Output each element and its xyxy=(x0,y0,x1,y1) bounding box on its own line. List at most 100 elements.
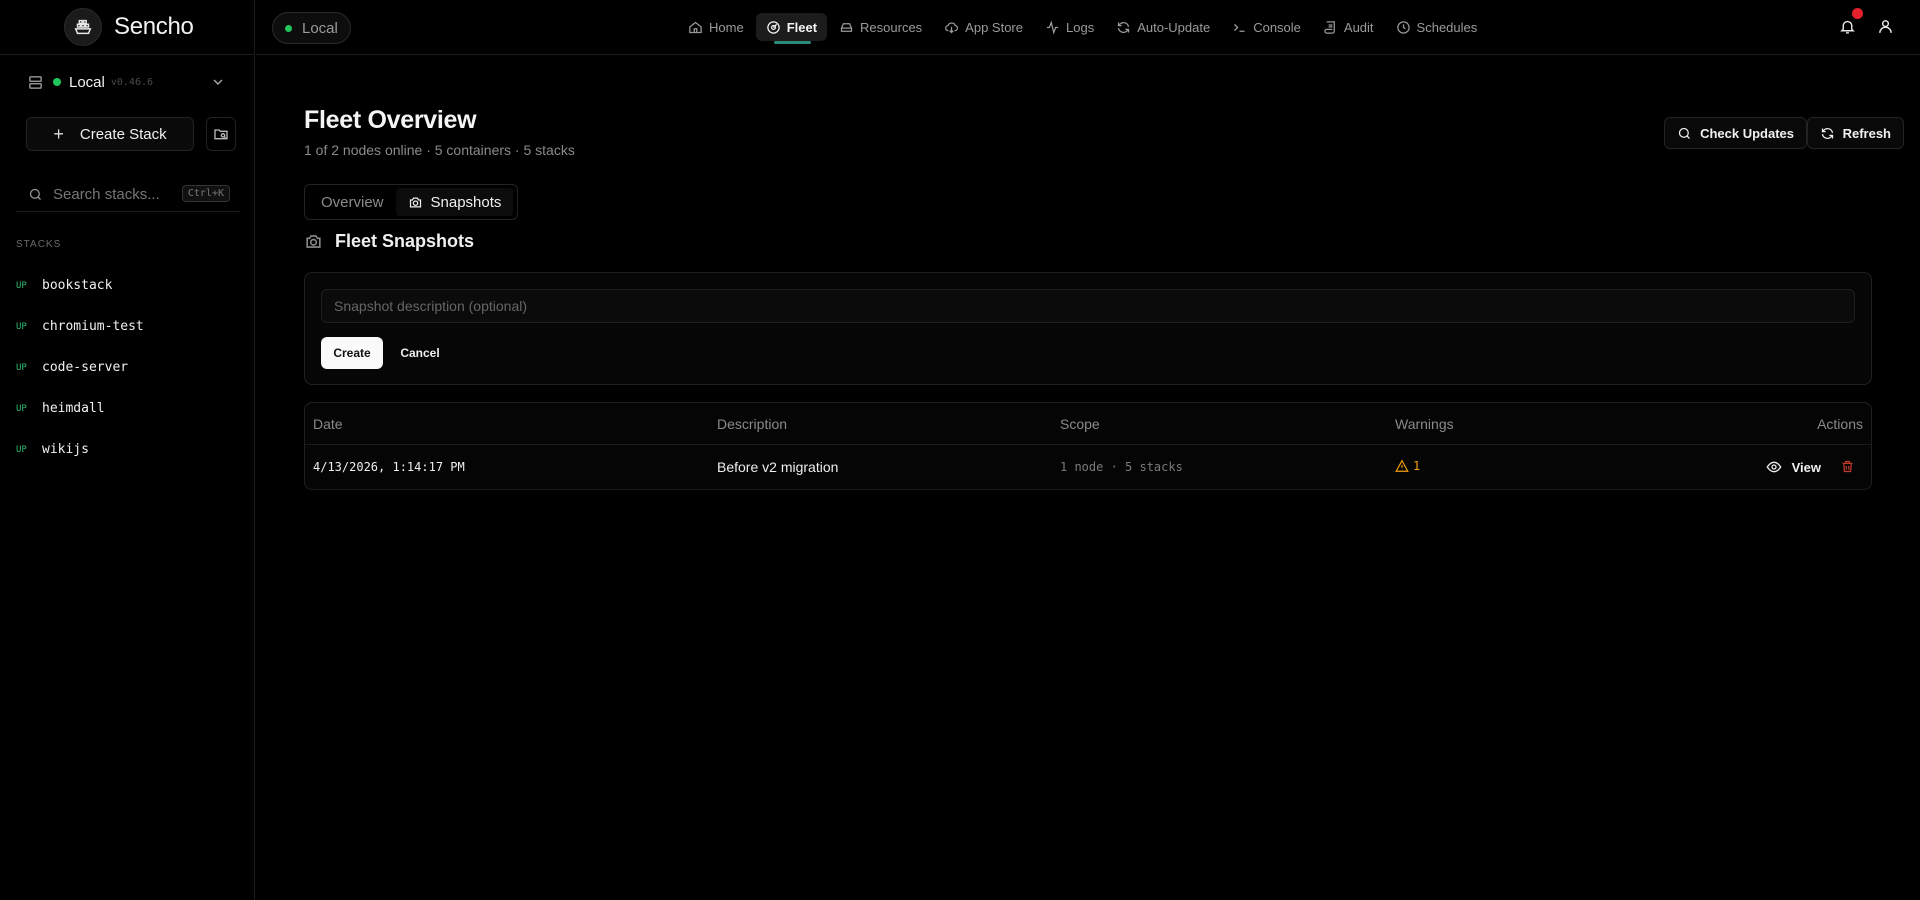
check-updates-label: Check Updates xyxy=(1700,125,1794,141)
node-version: v0.46.6 xyxy=(110,76,154,88)
snapshot-description: Before v2 migration xyxy=(717,459,839,475)
cancel-button[interactable]: Cancel xyxy=(389,337,451,369)
table-row[interactable]: 4/13/2026, 1:14:17 PM Before v2 migratio… xyxy=(305,445,1871,489)
table-header: Date Description Scope Warnings Actions xyxy=(305,403,1871,445)
stack-name: wikijs xyxy=(42,442,89,457)
brand[interactable]: Sencho xyxy=(0,0,254,55)
warning-count: 1 xyxy=(1413,459,1421,473)
nav-fleet[interactable]: Fleet xyxy=(755,13,828,44)
search-icon xyxy=(29,188,41,200)
create-snapshot-button[interactable]: Create xyxy=(321,337,383,369)
refresh-icon xyxy=(1821,127,1833,139)
stack-item-heimdall[interactable]: UP heimdall xyxy=(16,388,240,429)
column-scope: Scope xyxy=(1060,416,1100,432)
stack-status: UP xyxy=(16,362,27,373)
node-selector[interactable]: Local v0.46.6 xyxy=(20,66,234,98)
stack-status: UP xyxy=(16,403,27,414)
tab-label: Snapshots xyxy=(430,193,502,211)
create-stack-label: Create Stack xyxy=(79,125,167,143)
nav-resources[interactable]: Resources xyxy=(829,13,932,41)
notification-badge xyxy=(1852,8,1863,19)
refresh-button[interactable]: Refresh xyxy=(1806,117,1904,149)
snapshot-scope: 1 node · 5 stacks xyxy=(1060,460,1183,474)
chevron-down-icon xyxy=(213,79,223,85)
nav-label: Audit xyxy=(1343,19,1374,35)
activity-icon xyxy=(1046,19,1059,35)
main-content: Fleet Overview 1 of 2 nodes online · 5 c… xyxy=(256,56,1920,900)
nav-label: Auto-Update xyxy=(1137,19,1211,35)
stack-status: UP xyxy=(16,280,27,291)
tab-overview[interactable]: Overview xyxy=(309,188,396,216)
refresh-label: Refresh xyxy=(1842,125,1891,141)
search-shortcut: Ctrl+K xyxy=(181,185,230,202)
stack-name: chromium-test xyxy=(42,319,144,334)
environment-label: Local xyxy=(302,19,338,37)
create-stack-button[interactable]: + Create Stack xyxy=(26,117,194,151)
bell-icon[interactable] xyxy=(1839,18,1856,35)
column-date: Date xyxy=(313,416,343,432)
stack-name: code-server xyxy=(42,360,129,375)
check-updates-button[interactable]: Check Updates xyxy=(1664,117,1807,149)
sencho-logo-icon xyxy=(64,8,102,46)
stacks-heading: STACKS xyxy=(16,239,62,250)
tab-label: Overview xyxy=(321,193,384,211)
snapshot-date: 4/13/2026, 1:14:17 PM xyxy=(313,460,465,474)
view-label: View xyxy=(1791,459,1821,475)
nav-home[interactable]: Home xyxy=(678,13,754,41)
stack-status: UP xyxy=(16,444,27,455)
clock-icon xyxy=(1396,20,1410,34)
main-nav: Home Fleet Resources App Store Logs Auto… xyxy=(678,13,1489,44)
nav-label: Resources xyxy=(860,19,923,35)
view-tabs: Overview Snapshots xyxy=(304,184,519,220)
nav-console[interactable]: Console xyxy=(1222,13,1311,41)
node-name: Local xyxy=(69,73,105,91)
trash-icon[interactable] xyxy=(1840,459,1855,474)
cloud-download-icon xyxy=(945,21,959,33)
column-actions: Actions xyxy=(1817,416,1863,432)
stack-name: heimdall xyxy=(42,401,105,416)
hard-drive-icon xyxy=(840,22,853,32)
stack-item-wikijs[interactable]: UP wikijs xyxy=(16,429,240,470)
nav-schedules[interactable]: Schedules xyxy=(1386,13,1488,41)
stack-item-chromium-test[interactable]: UP chromium-test xyxy=(16,306,240,347)
nav-audit[interactable]: Audit xyxy=(1313,13,1384,41)
nav-label: Schedules xyxy=(1416,19,1478,35)
page-subtitle: 1 of 2 nodes online · 5 containers · 5 s… xyxy=(304,142,575,158)
snapshots-table: Date Description Scope Warnings Actions … xyxy=(304,402,1872,490)
stack-item-code-server[interactable]: UP code-server xyxy=(16,347,240,388)
home-icon xyxy=(689,21,702,33)
nav-label: Fleet xyxy=(786,19,818,35)
nav-logs[interactable]: Logs xyxy=(1035,13,1104,41)
snapshot-warnings[interactable]: 1 xyxy=(1395,459,1420,473)
topbar: Local Home Fleet Resources App Store Log… xyxy=(256,0,1920,55)
nav-auto-update[interactable]: Auto-Update xyxy=(1106,13,1220,41)
nav-label: Console xyxy=(1253,19,1301,35)
snapshot-description-input[interactable] xyxy=(321,289,1855,323)
warning-triangle-icon xyxy=(1395,459,1409,472)
node-status-dot xyxy=(53,78,61,86)
user-icon[interactable] xyxy=(1877,18,1894,35)
stack-name: bookstack xyxy=(42,278,113,293)
app-name: Sencho xyxy=(114,13,194,40)
tab-snapshots[interactable]: Snapshots xyxy=(395,188,514,216)
app: Sencho Local v0.46.6 + Create Stack Sear… xyxy=(0,0,1920,900)
nav-app-store[interactable]: App Store xyxy=(934,13,1033,41)
column-description: Description xyxy=(717,416,788,432)
view-snapshot-button[interactable]: View xyxy=(1766,455,1821,479)
stack-status: UP xyxy=(16,321,27,332)
stack-list: UP bookstack UP chromium-test UP code-se… xyxy=(16,265,240,470)
warning-badge[interactable]: 1 xyxy=(1395,459,1420,473)
folder-search-icon xyxy=(214,129,228,140)
fleet-icon xyxy=(766,20,780,34)
eye-icon xyxy=(1766,461,1782,473)
nav-label: Home xyxy=(709,19,744,35)
snapshot-form: Create Cancel xyxy=(304,272,1872,385)
stack-search[interactable]: Search stacks... Ctrl+K xyxy=(16,178,240,212)
stack-item-bookstack[interactable]: UP bookstack xyxy=(16,265,240,306)
search-icon xyxy=(1678,127,1691,139)
folder-search-button[interactable] xyxy=(206,117,236,151)
search-placeholder: Search stacks... xyxy=(53,186,160,203)
nav-label: App Store xyxy=(965,19,1023,35)
sidebar: Sencho Local v0.46.6 + Create Stack Sear… xyxy=(0,0,255,900)
environment-pill[interactable]: Local xyxy=(272,12,351,44)
